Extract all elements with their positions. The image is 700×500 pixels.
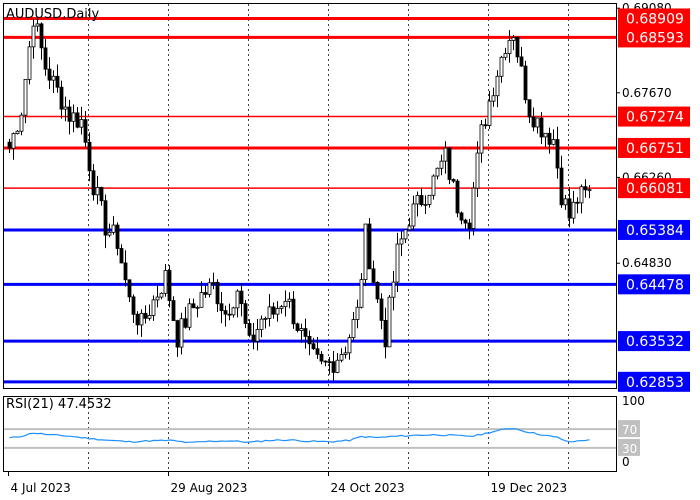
audusd-chart[interactable]: AUDUSD,Daily RSI(21) 47.4532 0.690800.67… [0, 0, 700, 500]
candle [471, 182, 476, 236]
level-tag-text-5: 0.65384 [626, 223, 684, 239]
level-tag-text-8: 0.62853 [626, 375, 684, 391]
price-tick-label: 0.67670 [622, 86, 672, 100]
candle [455, 179, 460, 218]
candle [387, 295, 392, 348]
rsi-tick-label: 30 [622, 442, 637, 456]
time-tick-label: 4 Jul 2023 [11, 481, 71, 495]
level-tag-text-7: 0.63532 [626, 334, 684, 350]
candle [27, 41, 32, 85]
level-tag-text-6: 0.64478 [626, 277, 684, 293]
time-tick-label: 24 Oct 2023 [331, 481, 405, 495]
candle [447, 146, 452, 185]
rsi-tick-label: 100 [622, 394, 645, 408]
rsi-tick-label: 70 [622, 423, 637, 437]
candle [363, 223, 368, 287]
rsi-tick-label: 0 [622, 455, 630, 469]
level-tag-text-3: 0.66751 [626, 141, 684, 157]
time-tick-label: 29 Aug 2023 [171, 481, 248, 495]
level-tag-text-4: 0.66081 [626, 181, 684, 197]
rsi-title: RSI(21) 47.4532 [6, 397, 112, 412]
candle [523, 60, 528, 104]
chart-background [0, 0, 700, 500]
level-tag-text-2: 0.67274 [626, 110, 684, 126]
candle [367, 217, 372, 270]
time-tick-label: 19 Dec 2023 [491, 481, 568, 495]
level-tag-text-0: 0.68909 [626, 11, 684, 27]
chart-title: AUDUSD,Daily [6, 7, 100, 22]
price-tick-label: 0.64830 [622, 256, 672, 270]
level-tag-text-1: 0.68593 [626, 30, 684, 46]
